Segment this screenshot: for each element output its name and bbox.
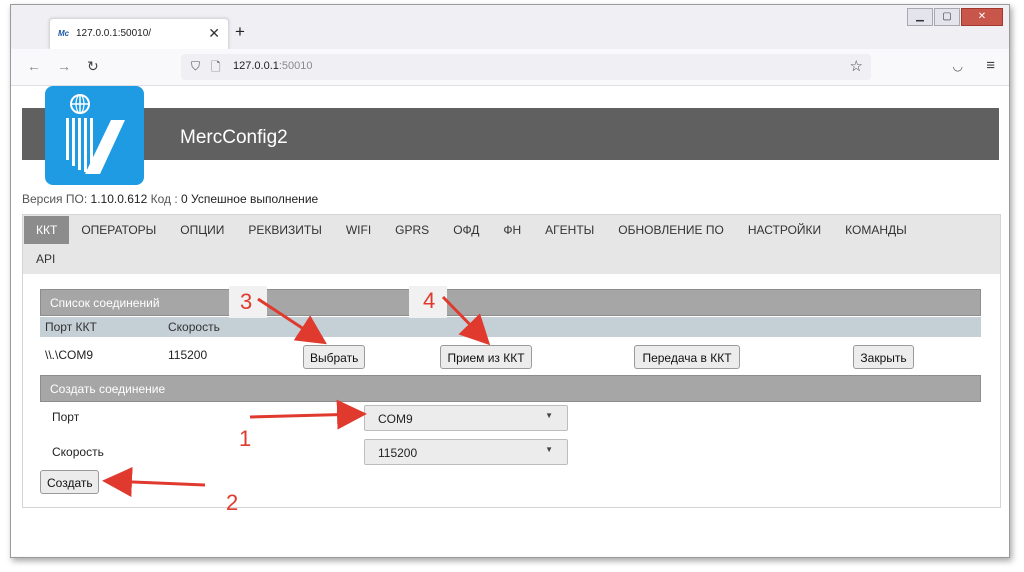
speed-select[interactable]: 115200 ▼ [364,439,568,465]
pocket-icon[interactable]: ◡ [953,59,963,73]
tab-wifi[interactable]: WIFI [334,216,383,244]
browser-window: Mc 127.0.0.1:50010/ ✕ + ▁ ▢ ✕ ← → ↻ ⛉ 🗋 … [10,4,1010,558]
tab-api[interactable]: API [24,245,67,273]
browser-toolbar: ← → ↻ ⛉ 🗋 127.0.0.1:50010 ☆ ◡ ≡ [11,49,1009,86]
url-text: 127.0.0.1:50010 [233,60,313,72]
annotation-number: 2 [226,490,239,515]
tab-fn[interactable]: ФН [491,216,533,244]
port-label: Порт [52,410,80,424]
tab-agents[interactable]: АГЕНТЫ [533,216,606,244]
tab-commands[interactable]: КОМАНДЫ [833,216,919,244]
close-button[interactable]: Закрыть [853,345,914,369]
status-text: Успешное выполнение [191,192,319,206]
connections-section-title: Список соединений [40,289,981,316]
tab-requisites[interactable]: РЕКВИЗИТЫ [236,216,333,244]
favicon-icon: Mc [58,29,70,38]
bookmark-star-icon[interactable]: ☆ [850,57,863,75]
tab-update[interactable]: ОБНОВЛЕНИЕ ПО [606,216,736,244]
main-panel: ККТ ОПЕРАТОРЫ ОПЦИИ РЕКВИЗИТЫ WIFI GPRS … [22,214,1001,508]
transfer-to-kkt-button[interactable]: Передача в ККТ [634,345,740,369]
app-logo [45,86,144,185]
browser-tab[interactable]: Mc 127.0.0.1:50010/ ✕ [49,18,229,49]
port-select[interactable]: COM9 ▼ [364,405,568,431]
address-bar[interactable]: ⛉ 🗋 127.0.0.1:50010 ☆ [181,54,871,80]
app-header: MercConfig2 [22,108,999,160]
page-icon: 🗋 [211,60,221,74]
tab-gprs[interactable]: GPRS [383,216,441,244]
forward-icon[interactable]: → [57,58,71,74]
tab-settings[interactable]: НАСТРОЙКИ [736,216,833,244]
main-tabs: ККТ ОПЕРАТОРЫ ОПЦИИ РЕКВИЗИТЫ WIFI GPRS … [23,215,1000,274]
tab-title: 127.0.0.1:50010/ [76,28,152,39]
page-content: MercConfig2 Версия ПО: 1.10.0.612 Код : … [11,86,1009,556]
window-close-icon[interactable]: ✕ [961,8,1003,26]
tab-operators[interactable]: ОПЕРАТОРЫ [69,216,168,244]
column-header-port: Порт ККТ [45,320,97,334]
new-tab-icon[interactable]: + [235,22,245,42]
shield-icon[interactable]: ⛉ [191,59,200,74]
version-value: 1.10.0.612 [90,192,148,206]
window-controls: ▁ ▢ ✕ [906,8,1003,26]
create-button[interactable]: Создать [40,470,99,494]
receive-from-kkt-button[interactable]: Прием из ККТ [440,345,532,369]
create-section-title: Создать соединение [40,375,981,402]
chevron-down-icon: ▼ [545,445,553,454]
connections-table-header: Порт ККТ Скорость [40,317,981,337]
chevron-down-icon: ▼ [545,411,553,420]
cell-speed: 115200 [168,348,208,362]
app-title: MercConfig2 [180,127,288,148]
reload-icon[interactable]: ↻ [87,58,99,75]
code-value: 0 [181,192,188,206]
cell-port: \\.\COM9 [45,348,94,362]
tab-kkt[interactable]: ККТ [24,216,70,244]
version-line: Версия ПО: 1.10.0.612 Код : 0 Успешное в… [22,192,319,206]
tab-options[interactable]: ОПЦИИ [168,216,236,244]
speed-label: Скорость [52,445,104,459]
annotation-number: 1 [239,426,252,451]
tab-ofd[interactable]: ОФД [441,216,491,244]
column-header-speed: Скорость [168,320,220,334]
tab-close-icon[interactable]: ✕ [208,25,220,42]
annotation-number: 4 [423,288,436,313]
maximize-icon[interactable]: ▢ [934,8,960,26]
back-icon[interactable]: ← [27,58,41,74]
hamburger-menu-icon[interactable]: ≡ [986,57,995,74]
browser-tab-strip: Mc 127.0.0.1:50010/ ✕ + ▁ ▢ ✕ [11,5,1009,49]
annotation-number: 3 [240,289,253,314]
minimize-icon[interactable]: ▁ [907,8,933,26]
select-button[interactable]: Выбрать [303,345,365,369]
